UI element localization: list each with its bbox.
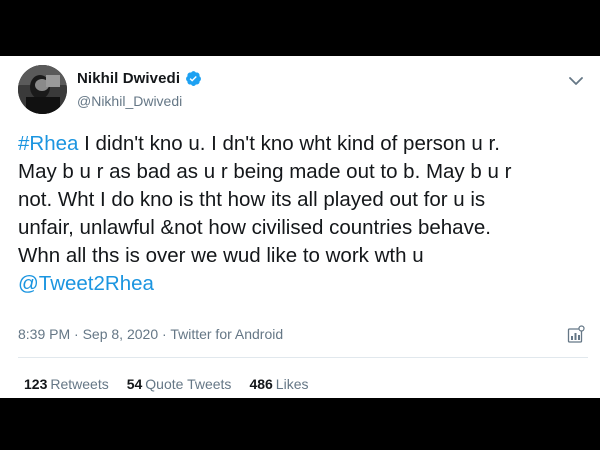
quote-tweets-label: Quote Tweets bbox=[145, 376, 232, 392]
tweet-line-5: Whn all ths is over we wud like to work … bbox=[18, 244, 424, 267]
quote-tweets-count: 54 bbox=[126, 376, 143, 392]
meta-separator: · bbox=[158, 326, 171, 342]
likes-count: 486 bbox=[249, 376, 273, 392]
hashtag-link[interactable]: #Rhea bbox=[18, 132, 78, 155]
display-name[interactable]: Nikhil Dwivedi bbox=[77, 70, 180, 87]
tweet-card: Nikhil Dwivedi @Nikhil_Dwivedi #Rhea I d… bbox=[0, 56, 600, 398]
tweet-time[interactable]: 8:39 PM bbox=[18, 326, 70, 342]
author-handle[interactable]: @Nikhil_Dwivedi bbox=[77, 93, 182, 109]
likes-stat[interactable]: 486 Likes bbox=[249, 376, 308, 392]
tweet-line-2: May b u r as bad as u r being made out t… bbox=[18, 160, 512, 183]
analytics-icon[interactable] bbox=[567, 325, 585, 344]
tweet-stats: 123 Retweets 54 Quote Tweets 486 Likes bbox=[24, 376, 308, 392]
author-name-row[interactable]: Nikhil Dwivedi bbox=[77, 70, 202, 87]
tweet-meta: 8:39 PM · Sep 8, 2020 · Twitter for Andr… bbox=[18, 326, 283, 342]
tweet-line-1: #Rhea I didn't kno u. I dn't kno wht kin… bbox=[18, 130, 588, 158]
divider bbox=[18, 357, 588, 358]
chevron-down-icon[interactable] bbox=[569, 73, 583, 85]
meta-separator: · bbox=[70, 326, 83, 342]
tweet-text: #Rhea I didn't kno u. I dn't kno wht kin… bbox=[18, 130, 588, 298]
tweet-line-4: unfair, unlawful &not how civilised coun… bbox=[18, 216, 491, 239]
tweet-line-3: not. Wht I do kno is tht how its all pla… bbox=[18, 188, 486, 211]
likes-label: Likes bbox=[275, 376, 309, 392]
tweet-source[interactable]: Twitter for Android bbox=[170, 326, 283, 342]
verified-badge-icon bbox=[185, 70, 202, 87]
tweet-line-6: @Tweet2Rhea bbox=[18, 270, 588, 298]
retweets-count: 123 bbox=[24, 376, 48, 392]
mention-link[interactable]: @Tweet2Rhea bbox=[18, 272, 154, 295]
retweets-stat[interactable]: 123 Retweets bbox=[24, 376, 109, 392]
tweet-date[interactable]: Sep 8, 2020 bbox=[83, 326, 159, 342]
tweet-line-1-text: I didn't kno u. I dn't kno wht kind of p… bbox=[78, 132, 500, 155]
retweets-label: Retweets bbox=[50, 376, 109, 392]
avatar[interactable] bbox=[18, 65, 67, 114]
quote-tweets-stat[interactable]: 54 Quote Tweets bbox=[127, 376, 232, 392]
